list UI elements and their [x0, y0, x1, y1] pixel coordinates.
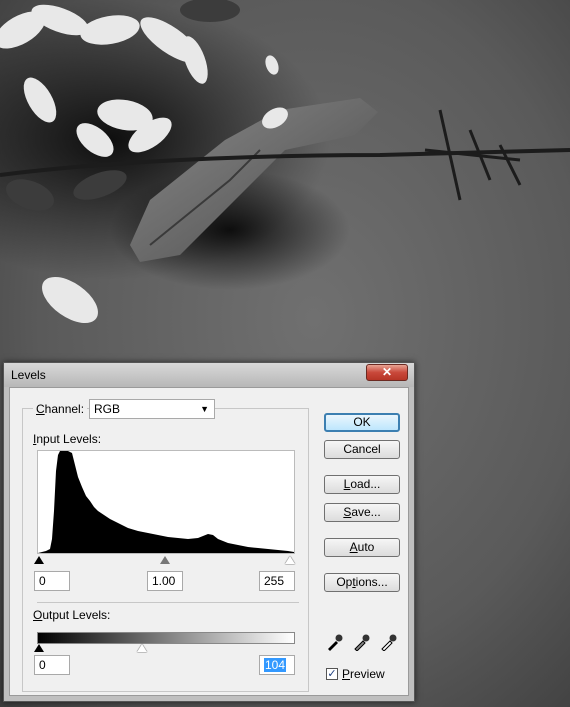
output-levels-label: Output Levels: [33, 608, 111, 622]
input-white-slider-handle[interactable] [285, 556, 295, 564]
auto-button[interactable]: Auto [324, 538, 400, 557]
levels-dialog: Levels ✕ Channel: RGB ▼ Input Levels: 0 … [3, 362, 415, 702]
output-black-field[interactable]: 0 [34, 655, 70, 675]
input-black-slider-handle[interactable] [34, 556, 44, 564]
channel-select[interactable]: RGB ▼ [89, 399, 215, 419]
input-black-field[interactable]: 0 [34, 571, 70, 591]
dialog-client-area: Channel: RGB ▼ Input Levels: 0 1.00 255 … [9, 387, 409, 696]
output-white-slider-handle[interactable] [137, 644, 147, 652]
channel-label: Channel: [33, 402, 88, 416]
output-gradient-bar [37, 632, 295, 644]
dialog-titlebar[interactable]: Levels ✕ [4, 363, 414, 387]
cancel-button[interactable]: Cancel [324, 440, 400, 459]
black-eyedropper-icon[interactable] [326, 633, 344, 651]
gray-eyedropper-icon[interactable] [353, 633, 371, 651]
preview-checkbox[interactable]: ✓ [326, 668, 338, 680]
input-white-field[interactable]: 255 [259, 571, 295, 591]
ok-button[interactable]: OK [324, 413, 400, 432]
output-black-slider-handle[interactable] [34, 644, 44, 652]
output-white-value: 104 [264, 658, 287, 672]
preview-label: Preview [342, 667, 385, 681]
close-button[interactable]: ✕ [366, 364, 408, 381]
options-button[interactable]: Options... [324, 573, 400, 592]
histogram [37, 450, 295, 554]
output-white-field[interactable]: 104 [259, 655, 295, 675]
dialog-title: Levels [11, 368, 46, 382]
input-gamma-field[interactable]: 1.00 [147, 571, 183, 591]
save-button[interactable]: Save... [324, 503, 400, 522]
input-levels-label: Input Levels: [33, 432, 102, 446]
chevron-down-icon: ▼ [200, 404, 209, 414]
levels-separator [37, 602, 299, 603]
channel-value: RGB [94, 402, 121, 416]
input-gamma-slider-handle[interactable] [160, 556, 170, 564]
load-button[interactable]: Load... [324, 475, 400, 494]
histogram-graph [38, 451, 294, 553]
white-eyedropper-icon[interactable] [380, 633, 398, 651]
